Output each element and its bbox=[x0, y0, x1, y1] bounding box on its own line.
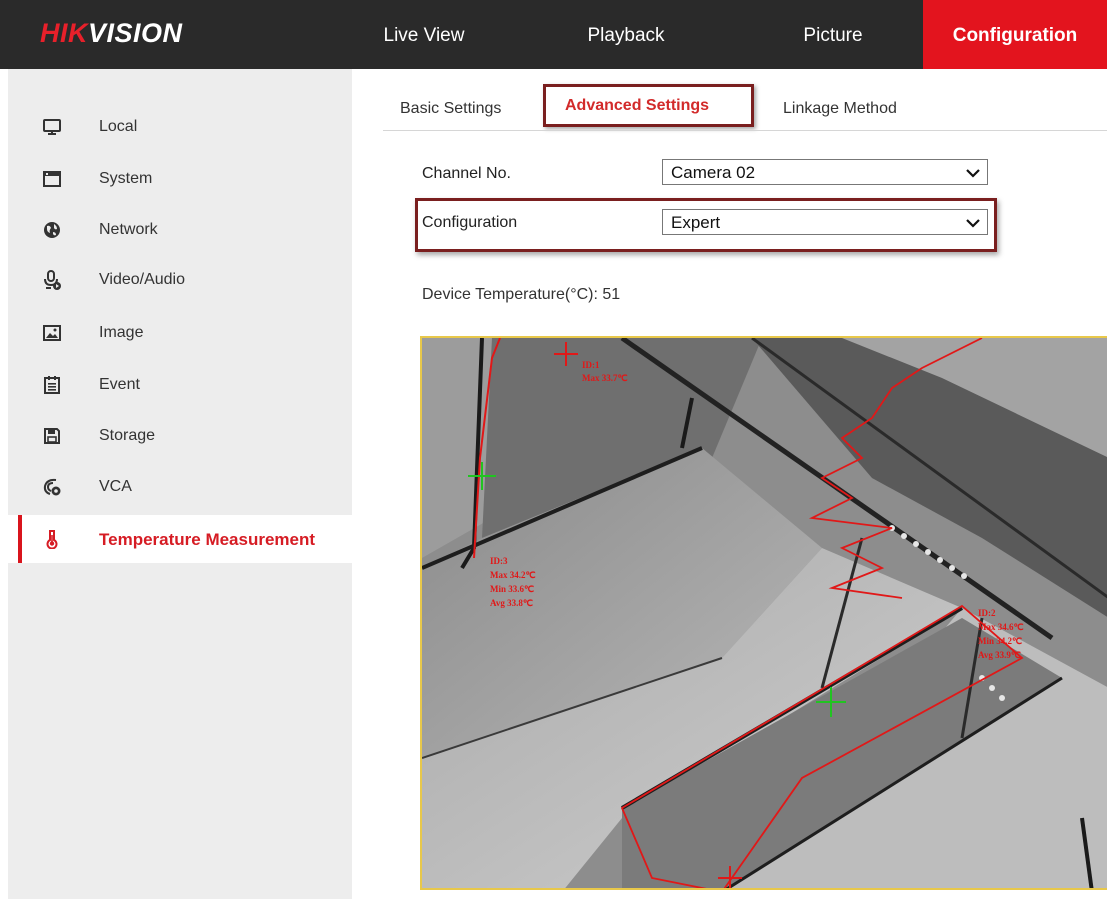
sidebar-item-temperature-measurement[interactable]: Temperature Measurement bbox=[8, 515, 352, 563]
tab-basic-settings[interactable]: Basic Settings bbox=[400, 100, 501, 118]
top-navigation-bar: HIKVISION Live View Playback Picture Con… bbox=[0, 0, 1107, 69]
channel-select[interactable]: Camera 02 bbox=[662, 159, 988, 185]
thermal-image-view[interactable]: ID:3 Max 34.2℃ Min 33.6℃ Avg 33.8℃ ID:2 … bbox=[420, 336, 1107, 890]
sidebar-item-system[interactable]: System bbox=[8, 155, 352, 203]
advanced-settings-highlight-box bbox=[543, 84, 754, 127]
sidebar-item-label: Video/Audio bbox=[99, 271, 185, 288]
sidebar-item-label: Storage bbox=[99, 427, 156, 444]
vca-icon bbox=[43, 478, 61, 496]
device-temperature: Device Temperature(°C): 51 bbox=[422, 286, 620, 304]
region-2-avg: Avg 33.9℃ bbox=[978, 650, 1021, 660]
hikvision-logo: HIKVISION bbox=[40, 18, 183, 49]
device-temperature-value: 51 bbox=[602, 286, 621, 303]
device-temperature-label: Device Temperature(°C): bbox=[422, 286, 598, 303]
region-3-min: Min 33.6℃ bbox=[490, 584, 534, 594]
region-3-avg: Avg 33.8℃ bbox=[490, 598, 533, 608]
sidebar-item-label: Temperature Measurement bbox=[99, 530, 316, 549]
logo-white-part: VISION bbox=[88, 18, 183, 48]
calendar-icon bbox=[44, 376, 60, 394]
sidebar-item-local[interactable]: Local bbox=[8, 103, 352, 151]
region-2-min: Min 34.2℃ bbox=[978, 636, 1022, 646]
sidebar-item-label: Local bbox=[99, 118, 138, 135]
sidebar-item-storage[interactable]: Storage bbox=[8, 412, 352, 460]
region-3-id: ID:3 bbox=[490, 556, 508, 566]
region-3-max: Max 34.2℃ bbox=[490, 570, 536, 580]
floppy-disk-icon bbox=[44, 428, 60, 444]
nav-picture[interactable]: Picture bbox=[758, 0, 908, 69]
sidebar-item-label: VCA bbox=[99, 478, 132, 495]
channel-no-label: Channel No. bbox=[422, 165, 511, 182]
configuration-highlight-box bbox=[415, 198, 997, 252]
thermal-scene: ID:3 Max 34.2℃ Min 33.6℃ Avg 33.8℃ ID:2 … bbox=[422, 338, 1107, 888]
microphone-icon bbox=[44, 270, 61, 290]
nav-playback[interactable]: Playback bbox=[560, 0, 692, 69]
tab-divider bbox=[383, 130, 1107, 131]
sidebar-item-label: Network bbox=[99, 221, 158, 238]
sidebar-item-video-audio[interactable]: Video/Audio bbox=[8, 256, 352, 304]
tab-linkage-method[interactable]: Linkage Method bbox=[783, 100, 897, 118]
sidebar-item-image[interactable]: Image bbox=[8, 309, 352, 357]
image-icon bbox=[43, 325, 61, 341]
sidebar-item-label: Event bbox=[99, 376, 140, 393]
globe-icon bbox=[44, 222, 60, 238]
sidebar: Local System Network Video/Audio Image E… bbox=[8, 69, 352, 899]
sidebar-item-network[interactable]: Network bbox=[8, 206, 352, 254]
monitor-icon bbox=[43, 119, 61, 135]
nav-configuration[interactable]: Configuration bbox=[923, 0, 1107, 69]
chevron-down-icon bbox=[966, 169, 980, 178]
sidebar-item-label: System bbox=[99, 170, 153, 187]
system-window-icon bbox=[43, 171, 61, 187]
channel-select-value: Camera 02 bbox=[671, 163, 756, 182]
region-1-value: Max 33.7℃ bbox=[582, 373, 628, 383]
region-2-id: ID:2 bbox=[978, 608, 996, 618]
nav-live-view[interactable]: Live View bbox=[360, 0, 488, 69]
sidebar-item-event[interactable]: Event bbox=[8, 361, 352, 409]
sidebar-item-label: Image bbox=[99, 324, 144, 341]
sidebar-item-vca[interactable]: VCA bbox=[8, 463, 352, 511]
region-2-max: Max 34.6℃ bbox=[978, 622, 1024, 632]
region-1-id: ID:1 bbox=[582, 360, 600, 370]
logo-red-part: HIK bbox=[40, 18, 88, 48]
thermometer-icon bbox=[46, 530, 58, 549]
